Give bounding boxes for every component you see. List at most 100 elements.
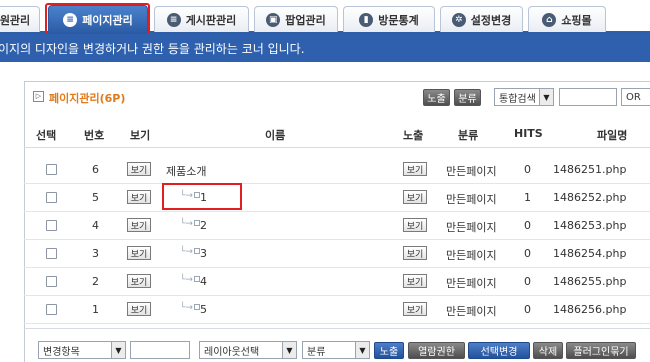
popup-icon: ▣ [266, 12, 281, 27]
page-icon: ≡ [63, 13, 78, 27]
row-number: 3 [92, 247, 99, 260]
view-button[interactable]: 보기 [127, 246, 151, 260]
footer-expose-button[interactable]: 노출 [374, 342, 404, 359]
stats-icon: ▮ [359, 12, 374, 27]
expose-view-button[interactable]: 보기 [403, 190, 427, 204]
expose-view-button[interactable]: 보기 [403, 302, 427, 316]
panel-title: 페이지관리(6P) [49, 92, 126, 105]
search-input[interactable] [559, 88, 617, 106]
row-divider [24, 267, 650, 268]
row-filename: 1486252.php [553, 191, 627, 204]
row-filename: 1486253.php [553, 219, 627, 232]
row-hits: 0 [524, 219, 531, 232]
page-name[interactable]: 4 [200, 275, 207, 288]
row-checkbox[interactable] [46, 248, 57, 259]
view-button[interactable]: 보기 [127, 274, 151, 288]
row-category: 만든페이지 [446, 249, 497, 262]
tab-board-management[interactable]: ≡ 게시판관리 [154, 6, 249, 32]
page-name[interactable]: 1 [200, 191, 207, 204]
header-category: 분류 [458, 129, 479, 142]
chevron-down-icon: ▼ [282, 342, 296, 358]
row-hits: 0 [524, 275, 531, 288]
tab-page-management[interactable]: ≡ 페이지관리 [48, 5, 148, 34]
expand-icon[interactable]: ▷ [33, 91, 44, 102]
delete-button[interactable]: 삭제 [533, 342, 563, 359]
row-hits: 0 [524, 247, 531, 260]
tab-label: 게시판관리 [185, 13, 237, 27]
row-number: 1 [92, 303, 99, 316]
tab-label: 설정변경 [470, 13, 512, 27]
permission-button[interactable]: 열람권한 [408, 342, 465, 359]
row-hits: 0 [524, 163, 531, 176]
plugin-bundle-button[interactable]: 플러그인묶기 [566, 342, 636, 359]
header-expose: 노출 [403, 129, 424, 142]
tab-settings[interactable]: ✲ 설정변경 [440, 6, 523, 32]
info-text: 이지의 디자인을 변경하거나 권한 등을 관리하는 코너 입니다. [0, 41, 305, 56]
layout-select[interactable]: 레이아웃선택 ▼ [199, 341, 297, 359]
expose-view-button[interactable]: 보기 [403, 274, 427, 288]
row-checkbox[interactable] [46, 220, 57, 231]
row-divider [24, 239, 650, 240]
row-filename: 1486254.php [553, 247, 627, 260]
row-hits: 0 [524, 303, 531, 316]
or-value: OR [626, 91, 641, 103]
row-number: 4 [92, 219, 99, 232]
expose-view-button[interactable]: 보기 [403, 246, 427, 260]
view-button[interactable]: 보기 [127, 218, 151, 232]
gear-icon: ✲ [451, 12, 466, 27]
tree-branch-icon: └→ [180, 275, 200, 285]
row-category: 만든페이지 [446, 165, 497, 178]
header-view: 보기 [130, 129, 151, 142]
page-name[interactable]: 2 [200, 219, 207, 232]
row-checkbox[interactable] [46, 164, 57, 175]
category-select[interactable]: 분류 ▼ [302, 341, 370, 359]
category-button[interactable]: 분류 [454, 89, 481, 106]
tab-label: 팝업관리 [285, 13, 326, 27]
board-icon: ≡ [166, 12, 181, 27]
tab-visit-stats[interactable]: ▮ 방문통계 [343, 6, 435, 32]
select-change-button[interactable]: 선택변경 [468, 342, 530, 359]
home-icon: ⌂ [542, 12, 557, 27]
header-filename: 파일명 [597, 129, 628, 142]
header-divider [24, 147, 650, 148]
row-filename: 1486256.php [553, 303, 627, 316]
expose-button[interactable]: 노출 [423, 89, 450, 106]
header-name: 이름 [265, 129, 286, 142]
header-select: 선택 [36, 129, 57, 142]
chevron-down-icon: ▼ [539, 89, 553, 105]
tab-label: 쇼핑몰 [561, 13, 592, 27]
tab-bar: 원관리 ≡ 페이지관리 ≡ 게시판관리 ▣ 팝업관리 ▮ 방문통계 ✲ 설정변경… [0, 0, 650, 36]
info-bar: 이지의 디자인을 변경하거나 권한 등을 관리하는 코너 입니다. [0, 34, 650, 62]
category-select-value: 분류 [307, 346, 326, 358]
search-type-value: 통합검색 [499, 93, 536, 105]
tree-branch-icon: └→ [180, 191, 200, 201]
tree-branch-icon: └→ [180, 303, 200, 313]
row-divider [24, 183, 650, 184]
row-checkbox[interactable] [46, 192, 57, 203]
page-name[interactable]: 제품소개 [166, 163, 206, 179]
footer-divider [24, 328, 650, 329]
row-divider [24, 323, 650, 324]
tab-shopping-mall[interactable]: ⌂ 쇼핑몰 [528, 6, 606, 32]
row-category: 만든페이지 [446, 305, 497, 318]
row-number: 2 [92, 275, 99, 288]
expose-view-button[interactable]: 보기 [403, 162, 427, 176]
or-select[interactable]: OR [621, 88, 650, 106]
expose-view-button[interactable]: 보기 [403, 218, 427, 232]
change-value-input[interactable] [130, 341, 190, 359]
tab-member[interactable]: 원관리 [0, 6, 40, 32]
chevron-down-icon: ▼ [355, 342, 369, 358]
row-divider [24, 295, 650, 296]
row-checkbox[interactable] [46, 276, 57, 287]
view-button[interactable]: 보기 [127, 190, 151, 204]
search-type-select[interactable]: 통합검색 ▼ [494, 88, 554, 106]
page-name[interactable]: 3 [200, 247, 207, 260]
row-divider [24, 211, 650, 212]
page-name[interactable]: 5 [200, 303, 207, 316]
view-button[interactable]: 보기 [127, 302, 151, 316]
row-checkbox[interactable] [46, 304, 57, 315]
view-button[interactable]: 보기 [127, 162, 151, 176]
header-hits: HITS [514, 127, 543, 140]
tab-popup-management[interactable]: ▣ 팝업관리 [254, 6, 338, 32]
change-field-select[interactable]: 변경항목 ▼ [38, 341, 126, 359]
